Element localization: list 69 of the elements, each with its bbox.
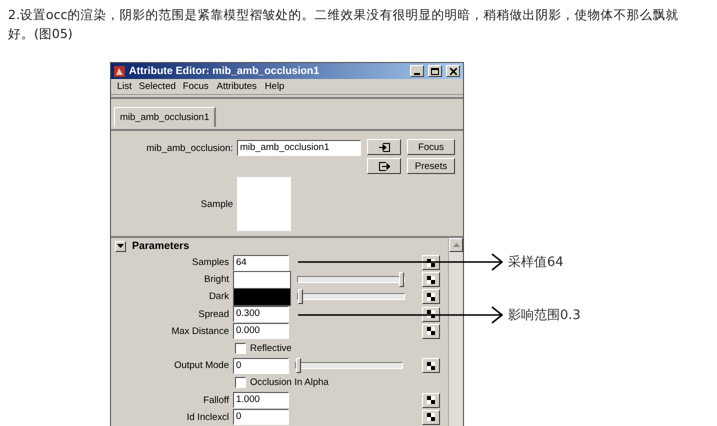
scroll-up-button[interactable] bbox=[449, 238, 463, 252]
attribute-label: Falloff bbox=[202, 394, 230, 406]
menu-item[interactable]: Selected bbox=[136, 80, 179, 93]
attribute-label: Spread bbox=[197, 308, 230, 320]
app-icon bbox=[114, 66, 125, 76]
value-field[interactable]: 0 bbox=[233, 409, 289, 426]
slider-thumb[interactable] bbox=[296, 358, 301, 374]
maximize-icon bbox=[431, 68, 439, 74]
focus-button[interactable]: Focus bbox=[407, 139, 455, 155]
arrow-into-box-icon bbox=[378, 142, 390, 152]
slider-thumb[interactable] bbox=[399, 272, 404, 288]
window-title: Attribute Editor: mib_amb_occlusion1 bbox=[129, 65, 320, 77]
close-icon bbox=[450, 68, 456, 74]
presets-button[interactable]: Presets bbox=[407, 158, 455, 174]
checker-icon bbox=[427, 413, 435, 422]
attribute-label: Bright bbox=[203, 274, 230, 286]
menu-item[interactable]: List bbox=[113, 79, 136, 94]
attribute-label: Max Distance bbox=[170, 326, 230, 337]
attribute-label: Samples bbox=[191, 257, 230, 268]
checker-icon bbox=[427, 292, 435, 301]
article-paragraph: 2.设置occ的渲染，阴影的范围是紧靠模型褶皱处的。二维效果没有很明显的明暗，稍稍做出阴影，使物体不那么飘就好。(图05) bbox=[8, 6, 680, 43]
attribute-label: Output Mode bbox=[173, 360, 230, 372]
arrow-out-of-box-icon bbox=[378, 162, 390, 170]
caret-icon bbox=[117, 244, 124, 248]
value-field[interactable]: 0 bbox=[233, 358, 289, 374]
value-field[interactable]: 1.000 bbox=[233, 392, 289, 408]
menu-item[interactable]: Attributes bbox=[212, 79, 261, 94]
checker-icon bbox=[427, 310, 435, 318]
map-button[interactable] bbox=[422, 324, 440, 339]
map-button[interactable] bbox=[422, 358, 440, 374]
tab[interactable]: mib_amb_occlusion1 bbox=[114, 107, 216, 127]
attribute-label: Id Inclexcl bbox=[186, 412, 230, 423]
output-connection-button[interactable] bbox=[367, 158, 401, 174]
checker-icon bbox=[427, 327, 435, 336]
up-arrow-icon bbox=[452, 243, 460, 247]
value-field[interactable]: 0.300 bbox=[233, 306, 289, 322]
node-name-field[interactable]: mib_amb_occlusion1 bbox=[237, 140, 361, 156]
checker-icon bbox=[427, 258, 435, 267]
value-field[interactable]: 0.000 bbox=[233, 323, 289, 340]
sample-label: Sample bbox=[200, 198, 234, 210]
map-button[interactable] bbox=[422, 392, 440, 408]
value-field[interactable]: 64 bbox=[233, 254, 289, 271]
color-swatch[interactable] bbox=[233, 270, 291, 289]
sample-swatch bbox=[237, 177, 291, 231]
scrollbar[interactable] bbox=[448, 238, 463, 426]
checker-icon bbox=[427, 362, 435, 370]
slider-thumb[interactable] bbox=[298, 289, 303, 304]
attribute-label: Dark bbox=[208, 291, 230, 302]
input-connection-button[interactable] bbox=[367, 139, 401, 155]
close-button[interactable] bbox=[446, 65, 460, 77]
checkbox-label: Occlusion In Alpha bbox=[250, 377, 329, 388]
minimize-button[interactable] bbox=[410, 65, 424, 77]
maximize-button[interactable] bbox=[428, 65, 442, 77]
checker-icon bbox=[427, 396, 435, 404]
menu-item[interactable]: Focus bbox=[178, 79, 213, 94]
checkbox[interactable] bbox=[235, 377, 246, 388]
menu-item[interactable]: Help bbox=[260, 79, 288, 94]
annotation-label: 采样值64 bbox=[508, 254, 564, 271]
checkbox-label: Reflective bbox=[250, 343, 292, 354]
collapse-toggle[interactable] bbox=[115, 240, 126, 252]
node-label: mib_amb_occlusion: bbox=[145, 143, 234, 154]
color-swatch[interactable] bbox=[233, 288, 291, 306]
checkbox[interactable] bbox=[235, 343, 246, 354]
annotation-label: 影响范围0.3 bbox=[508, 307, 581, 324]
section-title: Parameters bbox=[132, 240, 190, 252]
map-button[interactable] bbox=[422, 272, 440, 288]
map-button[interactable] bbox=[422, 410, 440, 425]
checker-icon bbox=[427, 276, 435, 284]
map-button[interactable] bbox=[422, 289, 440, 304]
